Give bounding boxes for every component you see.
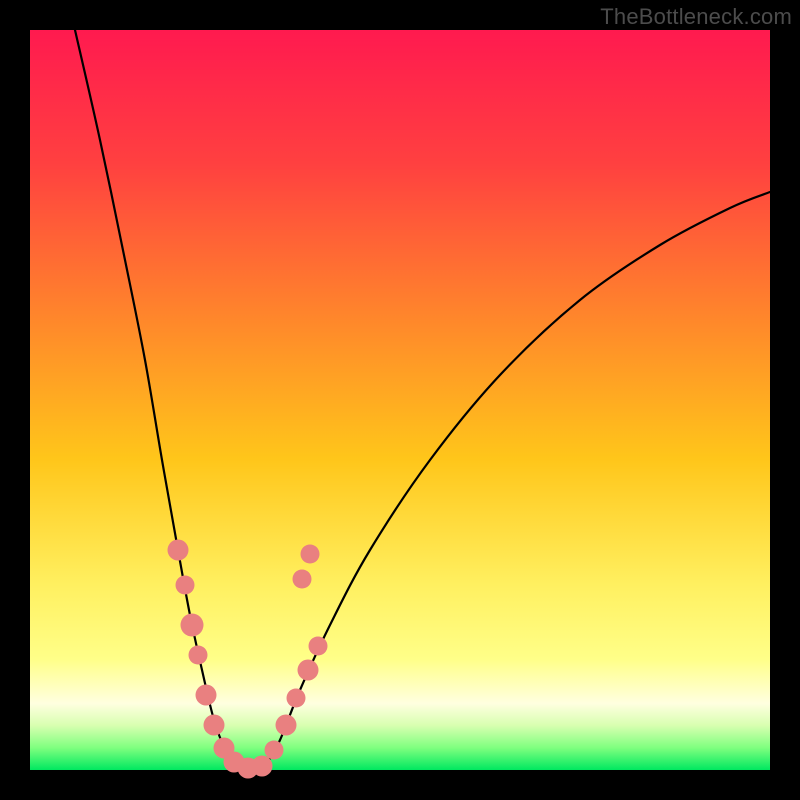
curve-left-branch [75,30,234,765]
data-marker [276,715,296,735]
data-marker [298,660,318,680]
data-marker [265,741,283,759]
data-marker [176,576,194,594]
data-marker [204,715,224,735]
chart-frame: TheBottleneck.com [0,0,800,800]
data-marker [168,540,188,560]
data-marker [196,685,216,705]
curve-layer [30,30,770,770]
watermark-label: TheBottleneck.com [600,4,792,30]
curve-right-branch [266,192,770,765]
data-marker [301,545,319,563]
data-marker [252,756,272,776]
data-marker [181,614,203,636]
data-marker [189,646,207,664]
data-marker [309,637,327,655]
data-marker [287,689,305,707]
plot-area [30,30,770,770]
data-marker [293,570,311,588]
